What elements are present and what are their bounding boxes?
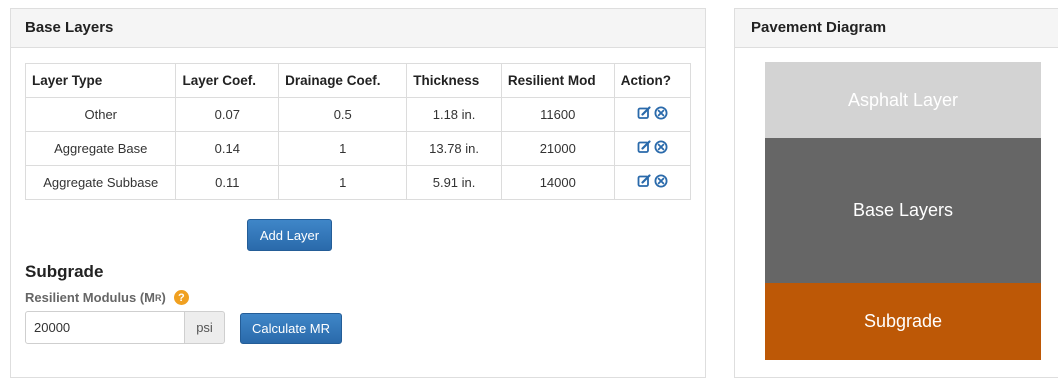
layer-type-cell: Aggregate Base xyxy=(24,131,177,166)
column-header-action: Action? xyxy=(613,63,692,98)
edit-icon[interactable] xyxy=(637,106,651,120)
thickness-cell: 1.18 in. xyxy=(406,97,502,132)
edit-icon[interactable] xyxy=(637,174,651,188)
layer-coef-cell: 0.14 xyxy=(175,131,280,166)
remove-icon[interactable] xyxy=(654,140,668,154)
action-cell xyxy=(613,97,692,132)
column-header-resilient-mod: Resilient Mod xyxy=(500,63,615,98)
pavement-diagram-panel: Pavement Diagram Asphalt Layer Base Laye… xyxy=(734,8,1058,378)
remove-icon[interactable] xyxy=(654,106,668,120)
table-row: Aggregate Subbase 0.11 1 5.91 in. 14000 xyxy=(24,165,692,200)
help-icon[interactable]: ? xyxy=(173,290,189,305)
column-header-layer-type: Layer Type xyxy=(24,63,177,98)
subgrade-label: Subgrade xyxy=(863,311,943,331)
action-cell xyxy=(613,131,692,166)
layer-coef-cell: 0.11 xyxy=(175,165,280,200)
base-layers-label: Base Layers xyxy=(852,200,954,220)
layer-type-cell: Other xyxy=(24,97,177,132)
layer-coef-cell: 0.07 xyxy=(175,97,280,132)
remove-icon[interactable] xyxy=(654,174,668,188)
resilient-mod-cell: 11600 xyxy=(500,97,615,132)
table-row: Aggregate Base 0.14 1 13.78 in. 21000 xyxy=(24,131,692,166)
resilient-mod-cell: 14000 xyxy=(500,165,615,200)
table-header-row: Layer Type Layer Coef. Drainage Coef. Th… xyxy=(24,63,692,98)
pavement-diagram-title: Pavement Diagram xyxy=(735,9,1058,48)
thickness-cell: 13.78 in. xyxy=(406,131,502,166)
base-layers-panel: Base Layers Layer Type Layer Coef. Drain… xyxy=(10,8,706,378)
edit-icon[interactable] xyxy=(637,140,651,154)
add-layer-button[interactable]: Add Layer xyxy=(247,219,332,251)
resilient-modulus-label-text: Resilient Modulus (M xyxy=(25,290,155,305)
resilient-modulus-label-end: ) xyxy=(161,290,166,305)
table-row: Other 0.07 0.5 1.18 in. 11600 xyxy=(24,97,692,132)
column-header-thickness: Thickness xyxy=(406,63,502,98)
psi-unit-addon: psi xyxy=(184,311,225,344)
asphalt-layer-label: Asphalt Layer xyxy=(847,89,959,110)
pavement-diagram: Asphalt Layer Base Layers Subgrade xyxy=(765,62,1041,360)
layers-table: Layer Type Layer Coef. Drainage Coef. Th… xyxy=(24,63,692,200)
action-cell xyxy=(613,165,692,200)
calculate-mr-button[interactable]: Calculate MR xyxy=(240,313,342,344)
drainage-coef-cell: 1 xyxy=(278,131,408,166)
subgrade-title: Subgrade xyxy=(25,262,104,281)
subgrade-block: Subgrade xyxy=(765,283,1041,360)
resilient-mod-cell: 21000 xyxy=(500,131,615,166)
base-layers-title: Base Layers xyxy=(11,9,705,48)
drainage-coef-cell: 1 xyxy=(278,165,408,200)
asphalt-layer-block: Asphalt Layer xyxy=(765,62,1041,138)
resilient-modulus-label: Resilient Modulus (M R) ? xyxy=(25,290,189,305)
column-header-layer-coef: Layer Coef. xyxy=(175,63,280,98)
drainage-coef-cell: 0.5 xyxy=(278,97,408,132)
column-header-drainage-coef: Drainage Coef. xyxy=(278,63,408,98)
base-layers-block: Base Layers xyxy=(765,138,1041,283)
thickness-cell: 5.91 in. xyxy=(406,165,502,200)
resilient-modulus-input[interactable] xyxy=(25,311,185,344)
layer-type-cell: Aggregate Subbase xyxy=(24,165,177,200)
